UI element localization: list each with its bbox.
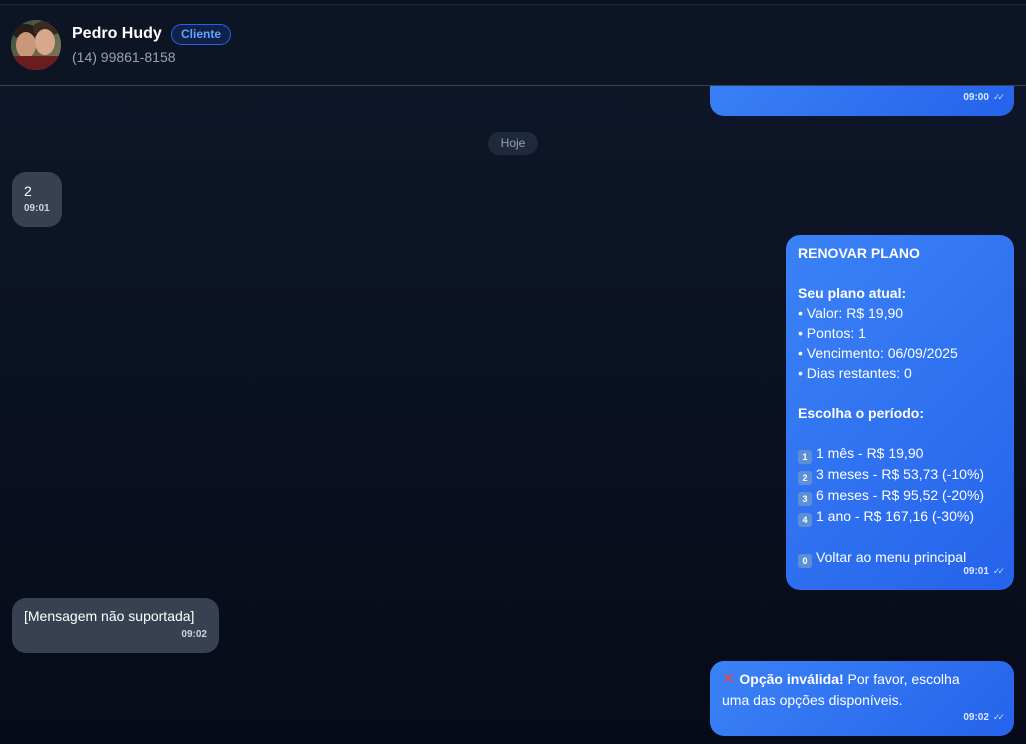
keycap-0-icon: 0 <box>798 554 812 568</box>
invalid-option-text-line2: uma das opções disponíveis. <box>722 692 903 708</box>
keycap-1-icon: 1 <box>798 450 812 464</box>
keycap-2-icon: 2 <box>798 471 812 485</box>
period-option-4[interactable]: 4 1 ano - R$ 167,16 (-30%) <box>798 506 1008 527</box>
double-check-icon: ✓✓ <box>992 92 1005 102</box>
message-bubble-outgoing[interactable]: RENOVAR PLANO Seu plano atual: • Valor: … <box>786 235 1014 590</box>
message-time: 09:01 <box>963 566 989 577</box>
message-meta: 09:02 ✓✓ <box>963 707 1005 728</box>
client-badge-label: Cliente <box>171 24 232 45</box>
choose-period-heading: Escolha o período: <box>798 405 925 421</box>
period-option-3[interactable]: 3 6 meses - R$ 95,52 (-20%) <box>798 485 1008 506</box>
message-bubble-incoming[interactable]: [Mensagem não suportada] 09:02 <box>12 598 219 653</box>
message-time: 09:02 <box>181 629 207 640</box>
message-time: 09:00 <box>963 92 989 103</box>
message-time: 09:01 <box>24 203 50 214</box>
period-option-label: 1 ano - R$ 167,16 (-30%) <box>816 508 974 524</box>
message-meta: 09:01 ✓✓ <box>963 561 1005 582</box>
period-option-1[interactable]: 1 1 mês - R$ 19,90 <box>798 443 1008 464</box>
plan-title: RENOVAR PLANO <box>798 245 920 261</box>
contact-avatar-image <box>11 20 61 70</box>
period-option-label: 3 meses - R$ 53,73 (-10%) <box>816 466 985 482</box>
invalid-option-bold: Opção inválida! <box>739 671 844 687</box>
keycap-4-icon: 4 <box>798 513 812 527</box>
date-divider: Hoje <box>488 132 538 155</box>
message-text: [Mensagem não suportada] <box>24 608 195 624</box>
keycap-3-icon: 3 <box>798 492 812 506</box>
invalid-option-text: Por favor, escolha <box>843 671 960 687</box>
plan-detail-days-left: • Dias restantes: 0 <box>798 365 912 381</box>
cross-mark-icon: ✕ <box>722 671 736 688</box>
message-body: RENOVAR PLANO Seu plano atual: • Valor: … <box>798 243 1008 568</box>
period-option-label: 1 mês - R$ 19,90 <box>816 445 924 461</box>
message-meta: 09:00 ✓✓ <box>963 87 1005 108</box>
plan-detail-value: • Valor: R$ 19,90 <box>798 305 904 321</box>
period-option-2[interactable]: 2 3 meses - R$ 53,73 (-10%) <box>798 464 1008 485</box>
message-bubble-outgoing[interactable]: ✕ Opção inválida! Por favor, escolha uma … <box>710 661 1014 736</box>
contact-name-text: Pedro Hudy <box>72 25 162 42</box>
double-check-icon: ✓✓ <box>992 712 1005 722</box>
chat-header-overlay: Pedro Hudy Cliente (14) 99861-8158 <box>0 5 1026 86</box>
period-option-label: 6 meses - R$ 95,52 (-20%) <box>816 487 985 503</box>
current-plan-heading: Seu plano atual: <box>798 285 907 301</box>
plan-detail-due-date: • Vencimento: 06/09/2025 <box>798 345 958 361</box>
message-bubble-incoming[interactable]: 2 09:01 <box>12 172 62 227</box>
double-check-icon: ✓✓ <box>992 566 1005 576</box>
message-time: 09:02 <box>963 712 989 723</box>
contact-phone-text: (14) 99861-8158 <box>72 49 176 65</box>
chat-window: Pedro Hudy Cliente (14) 99861-8158 09:00… <box>0 0 1026 744</box>
plan-detail-points: • Pontos: 1 <box>798 325 866 341</box>
message-body: ✕ Opção inválida! Por favor, escolha uma … <box>722 669 1002 710</box>
back-option-label: Voltar ao menu principal <box>816 549 967 565</box>
message-text: 2 <box>24 183 32 199</box>
